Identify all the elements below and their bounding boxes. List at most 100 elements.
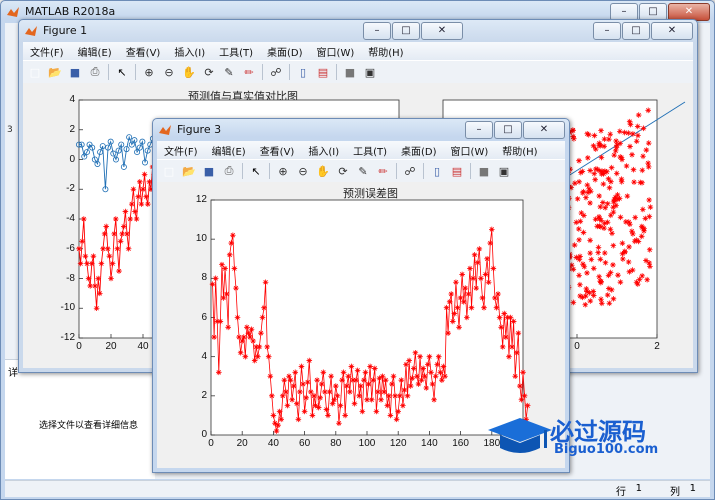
pointer-icon[interactable]: ↖ — [114, 64, 130, 80]
zoom-out-icon[interactable]: ⊖ — [295, 163, 311, 179]
error-point — [400, 402, 406, 409]
figure1-menu-item[interactable]: 帮助(H) — [361, 44, 410, 59]
predicted-value-point — [84, 260, 90, 267]
predicted-value-point — [133, 216, 140, 222]
details-panel-prefix: 详 — [8, 368, 18, 379]
figure1-menu-item[interactable]: 编辑(E) — [71, 44, 119, 59]
scatter-point — [570, 266, 577, 273]
figure3-menu-item[interactable]: 桌面(D) — [394, 143, 444, 158]
figure1-close-button[interactable]: ✕ — [421, 22, 463, 40]
scatter-point — [619, 240, 626, 247]
figure3-y-tick-label: 4 — [201, 350, 207, 362]
toolbar-separator — [262, 64, 263, 80]
hide-plot-tools-icon[interactable]: ■ — [342, 64, 358, 80]
pointer-icon[interactable]: ↖ — [248, 163, 264, 179]
figure1b-minimize-button[interactable]: – — [593, 22, 621, 40]
error-point — [414, 373, 420, 380]
show-plot-tools-icon[interactable]: ▣ — [496, 163, 512, 179]
figure3-menu-item[interactable]: 帮助(H) — [495, 143, 544, 158]
figure3-y-tick-label: 10 — [195, 233, 207, 245]
figure3-titlebar[interactable]: Figure 3 – □ ✕ — [153, 119, 569, 141]
scatter-point — [582, 301, 589, 308]
scatter-point — [631, 238, 638, 245]
figure3-y-tick-label: 12 — [195, 194, 207, 205]
col-label: 列 — [670, 487, 680, 498]
figure1-menu-item[interactable]: 工具(T) — [212, 44, 260, 59]
open-folder-icon[interactable]: 📂 — [181, 163, 197, 179]
print-icon[interactable]: ⎙ — [221, 163, 237, 179]
figure1-menu-item[interactable]: 插入(I) — [167, 44, 212, 59]
figure1-menu-item[interactable]: 查看(V) — [119, 44, 168, 59]
scatter-point — [590, 143, 597, 149]
zoom-out-icon[interactable]: ⊖ — [161, 64, 177, 80]
save-icon[interactable]: ■ — [201, 163, 217, 179]
figure3-menu-item[interactable]: 文件(F) — [157, 143, 205, 158]
figure3-menu-item[interactable]: 窗口(W) — [444, 143, 496, 158]
new-file-icon[interactable]: □ — [27, 64, 43, 80]
zoom-in-icon[interactable]: ⊕ — [275, 163, 291, 179]
figure1-menu-item[interactable]: 文件(F) — [23, 44, 71, 59]
show-plot-tools-icon[interactable]: ▣ — [362, 64, 378, 80]
data-cursor-icon[interactable]: ✎ — [355, 163, 371, 179]
pan-icon[interactable]: ✋ — [315, 163, 331, 179]
scatter-point — [626, 244, 632, 250]
minimize-icon: – — [374, 25, 380, 36]
pan-icon[interactable]: ✋ — [181, 64, 197, 80]
hide-plot-tools-icon[interactable]: ■ — [476, 163, 492, 179]
error-point — [331, 396, 338, 403]
close-icon: ✕ — [539, 124, 549, 135]
legend-icon[interactable]: ▤ — [449, 163, 465, 179]
figure3-x-tick-label: 140 — [421, 438, 438, 449]
figure3-menu-item[interactable]: 查看(V) — [253, 143, 302, 158]
maximize-icon: □ — [503, 124, 513, 135]
figure1-minimize-button[interactable]: – — [363, 22, 391, 40]
figure3-y-tick-label: 6 — [201, 311, 207, 323]
figure1-maximize-button[interactable]: □ — [392, 22, 420, 40]
scatter-point — [607, 212, 614, 219]
colorbar-icon[interactable]: ▯ — [295, 64, 311, 80]
figure3-toolbar: □ 📂 ■ ⎙ ↖ ⊕ ⊖ ✋ ⟳ ✎ ✏ ☍ ▯ ▤ ■ ▣ — [157, 159, 565, 183]
brush-icon[interactable]: ✏ — [375, 163, 391, 179]
figure3-menu-item[interactable]: 工具(T) — [346, 143, 394, 158]
scatter-point — [630, 131, 636, 137]
details-panel-text: 选择文件以查看详细信息 — [39, 421, 139, 431]
colorbar-icon[interactable]: ▯ — [429, 163, 445, 179]
error-point — [373, 408, 380, 415]
figure1-menu-item[interactable]: 桌面(D) — [260, 44, 310, 59]
save-icon[interactable]: ■ — [67, 64, 83, 80]
scatter-point — [627, 143, 633, 150]
figure3-minimize-button[interactable]: – — [465, 121, 493, 139]
figure1-menu-item[interactable]: 窗口(W) — [310, 44, 362, 59]
figure3-menu-item[interactable]: 编辑(E) — [205, 143, 253, 158]
error-point — [337, 402, 344, 409]
error-point — [473, 285, 479, 291]
link-icon[interactable]: ☍ — [268, 64, 284, 80]
data-cursor-icon[interactable]: ✎ — [221, 64, 237, 80]
figure3-close-button[interactable]: ✕ — [523, 121, 565, 139]
scatter-point — [632, 214, 638, 221]
watermark-url: Biguo100.com — [554, 442, 659, 457]
toolbar-separator — [470, 163, 471, 179]
legend-icon[interactable]: ▤ — [315, 64, 331, 80]
predicted-value-point — [111, 231, 117, 237]
error-point — [250, 338, 256, 344]
print-icon[interactable]: ⎙ — [87, 64, 103, 80]
scatter-point — [606, 185, 613, 191]
figure1-menubar: 文件(F) 编辑(E) 查看(V) 插入(I) 工具(T) 桌面(D) 窗口(W) 帮助(H) — [23, 42, 693, 60]
scatter-point — [594, 166, 601, 173]
error-point — [354, 367, 361, 374]
new-file-icon[interactable]: □ — [161, 163, 177, 179]
predicted-value-point — [93, 305, 100, 312]
figure3-maximize-button[interactable]: □ — [494, 121, 522, 139]
figure1b-close-button[interactable]: ✕ — [651, 22, 693, 40]
rotate-icon[interactable]: ⟳ — [201, 64, 217, 80]
open-folder-icon[interactable]: 📂 — [47, 64, 63, 80]
brush-icon[interactable]: ✏ — [241, 64, 257, 80]
error-point — [495, 291, 501, 297]
link-icon[interactable]: ☍ — [402, 163, 418, 179]
zoom-in-icon[interactable]: ⊕ — [141, 64, 157, 80]
error-point — [462, 285, 469, 291]
figure1b-maximize-button[interactable]: □ — [622, 22, 650, 40]
rotate-icon[interactable]: ⟳ — [335, 163, 351, 179]
figure3-menu-item[interactable]: 插入(I) — [301, 143, 346, 158]
